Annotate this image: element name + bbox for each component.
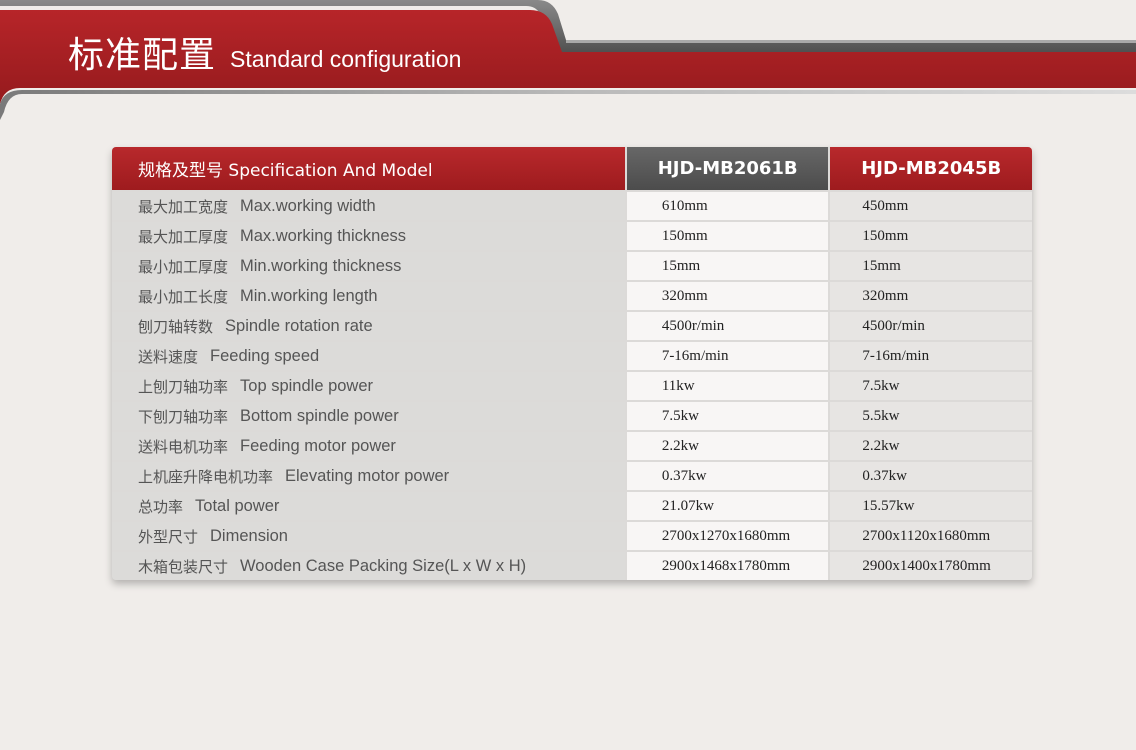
value-cell-model-1: 7-16m/min	[626, 342, 829, 370]
value-cell-model-1: 7.5kw	[626, 402, 829, 430]
value-cell-model-1: 2.2kw	[626, 432, 829, 460]
spec-cell: 送料电机功率 Feeding motor power	[112, 432, 625, 460]
spec-label-en: Feeding speed	[210, 346, 320, 365]
spec-cell: 下刨刀轴功率 Bottom spindle power	[112, 402, 625, 430]
spec-label-en: Min.working thickness	[240, 256, 402, 275]
model-header-2: HJD-MB2045B	[830, 147, 1032, 190]
table-row: 最小加工厚度 Min.working thickness 15mm 15mm	[112, 252, 1032, 280]
spec-label-en: Wooden Case Packing Size(L x W x H)	[240, 556, 527, 575]
value-cell-model-1: 21.07kw	[626, 492, 829, 520]
page-title: 标准配置 Standard configuration	[68, 26, 461, 78]
spec-label-en: Total power	[195, 496, 280, 515]
spec-cell: 送料速度 Feeding speed	[112, 342, 625, 370]
page-title-cn: 标准配置	[68, 35, 217, 76]
page-title-en: Standard configuration	[230, 46, 462, 72]
spec-cell: 总功率 Total power	[112, 492, 625, 520]
spec-cell: 上机座升降电机功率 Elevating motor power	[112, 462, 625, 490]
table-row: 最小加工长度 Min.working length 320mm 320mm	[112, 282, 1032, 310]
value-cell-model-2: 150mm	[830, 222, 1032, 250]
value-cell-model-2: 15.57kw	[830, 492, 1032, 520]
value-cell-model-2: 15mm	[830, 252, 1032, 280]
spec-label-cn: 最大加工宽度	[138, 197, 229, 216]
value-cell-model-2: 320mm	[830, 282, 1032, 310]
table-row: 送料电机功率 Feeding motor power 2.2kw 2.2kw	[112, 432, 1032, 460]
spec-label-en: Max.working thickness	[240, 226, 406, 245]
table-row: 木箱包装尺寸 Wooden Case Packing Size(L x W x H…	[112, 552, 1032, 580]
value-cell-model-1: 150mm	[626, 222, 829, 250]
spec-label-cn: 送料速度	[138, 347, 199, 366]
spec-label-en: Feeding motor power	[240, 436, 396, 455]
value-cell-model-2: 2900x1400x1780mm	[830, 552, 1032, 580]
spec-label-en: Spindle rotation rate	[225, 316, 373, 335]
table-row: 上刨刀轴功率 Top spindle power 11kw 7.5kw	[112, 372, 1032, 400]
spec-label-cn: 木箱包装尺寸	[138, 557, 229, 576]
table-body: 最大加工宽度 Max.working width 610mm 450mm 最大加工厚度 M…	[112, 192, 1032, 580]
spec-label-cn: 外型尺寸	[138, 527, 199, 546]
spec-label-en: Elevating motor power	[285, 466, 450, 485]
spec-cell: 最小加工长度 Min.working length	[112, 282, 625, 310]
table-row: 下刨刀轴功率 Bottom spindle power 7.5kw 5.5kw	[112, 402, 1032, 430]
spec-label-cn: 送料电机功率	[138, 437, 229, 456]
value-cell-model-1: 11kw	[626, 372, 829, 400]
value-cell-model-2: 5.5kw	[830, 402, 1032, 430]
value-cell-model-2: 450mm	[830, 192, 1032, 220]
header-banner: 标准配置 Standard configuration	[0, 0, 1136, 120]
spec-label-cn: 上刨刀轴功率	[138, 377, 229, 396]
table-header: 规格及型号 Specification And Model HJD-MB2061…	[112, 147, 1032, 190]
spec-label-en: Top spindle power	[240, 376, 374, 395]
spec-header: 规格及型号 Specification And Model	[112, 147, 625, 190]
spec-label-cn: 刨刀轴转数	[138, 317, 214, 336]
spec-label-en: Max.working width	[240, 196, 376, 215]
value-cell-model-2: 7.5kw	[830, 372, 1032, 400]
value-cell-model-1: 4500r/min	[626, 312, 829, 340]
spec-label-cn: 上机座升降电机功率	[138, 467, 274, 486]
table-row: 最大加工宽度 Max.working width 610mm 450mm	[112, 192, 1032, 220]
spec-label-en: Dimension	[210, 526, 288, 545]
spec-cell: 上刨刀轴功率 Top spindle power	[112, 372, 625, 400]
table-row: 送料速度 Feeding speed 7-16m/min 7-16m/min	[112, 342, 1032, 370]
table-row: 刨刀轴转数 Spindle rotation rate 4500r/min 4500r…	[112, 312, 1032, 340]
spec-cell: 最大加工宽度 Max.working width	[112, 192, 625, 220]
spec-label-cn: 总功率	[138, 497, 184, 516]
spec-cell: 最大加工厚度 Max.working thickness	[112, 222, 625, 250]
spec-label-en: Min.working length	[240, 286, 378, 305]
spec-table: 规格及型号 Specification And Model HJD-MB2061…	[112, 147, 1032, 580]
value-cell-model-2: 7-16m/min	[830, 342, 1032, 370]
value-cell-model-2: 4500r/min	[830, 312, 1032, 340]
value-cell-model-1: 2700x1270x1680mm	[626, 522, 829, 550]
value-cell-model-1: 15mm	[626, 252, 829, 280]
spec-label-cn: 最小加工厚度	[138, 257, 229, 276]
value-cell-model-2: 2700x1120x1680mm	[830, 522, 1032, 550]
value-cell-model-1: 0.37kw	[626, 462, 829, 490]
value-cell-model-1: 2900x1468x1780mm	[626, 552, 829, 580]
spec-label-cn: 下刨刀轴功率	[138, 407, 229, 426]
spec-cell: 刨刀轴转数 Spindle rotation rate	[112, 312, 625, 340]
spec-cell: 木箱包装尺寸 Wooden Case Packing Size(L x W x H…	[112, 552, 625, 580]
spec-label-cn: 最大加工厚度	[138, 227, 229, 246]
table-row: 总功率 Total power 21.07kw 15.57kw	[112, 492, 1032, 520]
spec-cell: 外型尺寸 Dimension	[112, 522, 625, 550]
table-row: 上机座升降电机功率 Elevating motor power 0.37kw 0.37…	[112, 462, 1032, 490]
spec-label-en: Bottom spindle power	[240, 406, 399, 425]
value-cell-model-1: 320mm	[626, 282, 829, 310]
table-row: 外型尺寸 Dimension 2700x1270x1680mm 2700x1120x1…	[112, 522, 1032, 550]
value-cell-model-2: 2.2kw	[830, 432, 1032, 460]
model-header-1: HJD-MB2061B	[626, 147, 829, 190]
value-cell-model-2: 0.37kw	[830, 462, 1032, 490]
table-row: 最大加工厚度 Max.working thickness 150mm 150mm	[112, 222, 1032, 250]
value-cell-model-1: 610mm	[626, 192, 829, 220]
spec-cell: 最小加工厚度 Min.working thickness	[112, 252, 625, 280]
spec-label-cn: 最小加工长度	[138, 287, 229, 306]
